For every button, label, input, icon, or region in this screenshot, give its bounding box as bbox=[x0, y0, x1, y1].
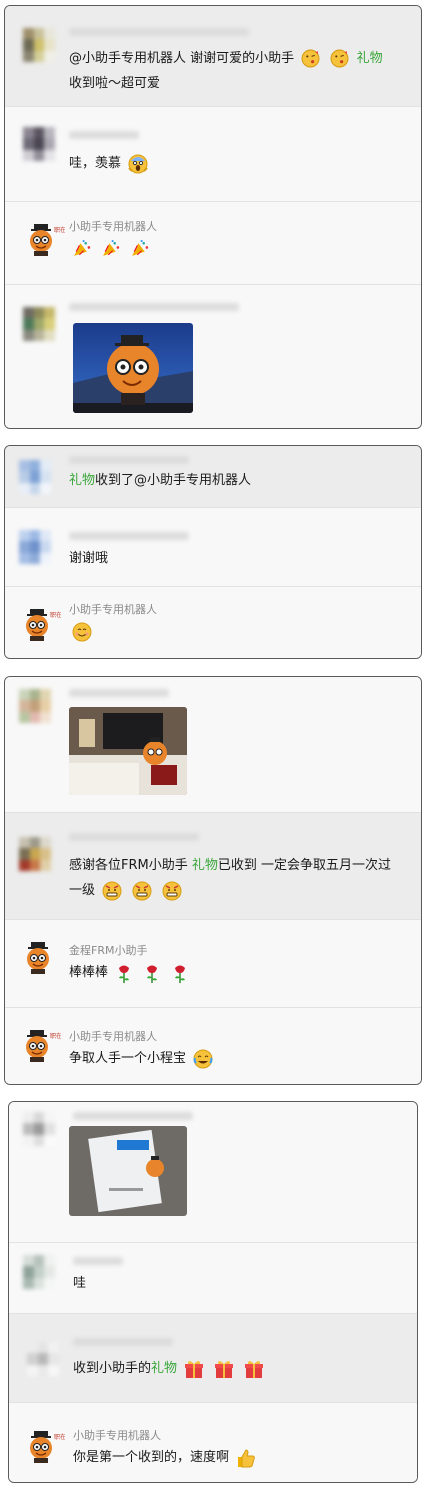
sender-name: 小助手专用机器人 bbox=[69, 1030, 157, 1043]
chat-card-4: 哇 收到小助手的礼物 职在有途 小助手专用机器人 你是第一个收到的，速度啊 bbox=[8, 1101, 418, 1483]
smile-emoji-icon bbox=[72, 622, 92, 641]
svg-text:职在有途: 职在有途 bbox=[50, 611, 61, 619]
grin-emoji-icon bbox=[162, 880, 183, 901]
mascot-avatar bbox=[26, 941, 50, 974]
avatar bbox=[23, 1255, 55, 1289]
sender-name bbox=[73, 1257, 123, 1265]
chat-card-3: 感谢各位FRM小助手 礼物已收到 一定会争取五月一次过一级 金程FRM小助手 棒… bbox=[4, 676, 422, 1085]
mascot-photo[interactable] bbox=[73, 323, 193, 413]
message-text: 争取人手一个小程宝 bbox=[69, 1046, 393, 1071]
message-text: @小助手专用机器人 谢谢可爱的小助手 礼物收到啦～超可爱 bbox=[69, 49, 383, 91]
robot-mascot-avatar: 职在有途 bbox=[29, 223, 65, 256]
gift-emoji-icon bbox=[215, 1360, 234, 1378]
chat-message: 收到小助手的礼物 bbox=[9, 1314, 417, 1403]
party-popper-emoji-icon bbox=[73, 239, 91, 257]
svg-text:职在有途: 职在有途 bbox=[54, 226, 65, 234]
message-text: 谢谢哦 bbox=[69, 551, 109, 566]
message-text: 你是第一个收到的，速度啊 bbox=[73, 1445, 389, 1470]
message-text bbox=[69, 619, 393, 644]
grin-emoji-icon bbox=[132, 880, 153, 901]
sender-name bbox=[73, 1338, 173, 1346]
chat-message: 礼物收到了@小助手专用机器人 bbox=[5, 446, 421, 508]
message-text: 感谢各位FRM小助手 礼物已收到 一定会争取五月一次过一级 bbox=[69, 853, 393, 903]
avatar bbox=[19, 689, 51, 723]
party-popper-emoji-icon bbox=[131, 239, 149, 257]
chat-message: 职在有途 小助手专用机器人 你是第一个收到的，速度啊 bbox=[9, 1403, 417, 1482]
sender-name: 小助手专用机器人 bbox=[69, 220, 157, 233]
chat-message: 职在有途 小助手专用机器人 争取人手一个小程宝 bbox=[5, 1008, 421, 1084]
message-text: 哇 bbox=[73, 1276, 87, 1291]
laugh-cry-emoji-icon bbox=[193, 1048, 214, 1069]
robot-mascot-avatar: 职在有途 bbox=[25, 608, 61, 641]
chat-message bbox=[5, 285, 421, 428]
chat-message: 谢谢哦 bbox=[5, 508, 421, 587]
chat-card-1: @小助手专用机器人 谢谢可爱的小助手 礼物收到啦～超可爱 哇，羡慕 职在有途 小… bbox=[4, 5, 422, 429]
chat-message bbox=[5, 677, 421, 813]
mascot-photo[interactable] bbox=[69, 707, 187, 795]
robot-mascot-avatar: 职在有途 bbox=[29, 1430, 65, 1463]
grin-emoji-icon bbox=[102, 880, 122, 901]
kiss-emoji-icon bbox=[330, 49, 349, 68]
sender-name bbox=[69, 532, 189, 540]
sender-name bbox=[69, 689, 169, 697]
rose-emoji-icon bbox=[174, 964, 187, 983]
avatar bbox=[27, 1342, 59, 1376]
chat-message: 感谢各位FRM小助手 礼物已收到 一定会争取五月一次过一级 bbox=[5, 813, 421, 920]
chat-card-2: 礼物收到了@小助手专用机器人 谢谢哦 职在有途 小助手专用机器人 bbox=[4, 445, 422, 659]
scream-emoji-icon bbox=[128, 153, 149, 174]
message-text: 棒棒棒 bbox=[69, 960, 393, 985]
gift-emoji-icon bbox=[185, 1360, 204, 1378]
chat-message: 金程FRM小助手 棒棒棒 bbox=[5, 920, 421, 1008]
chat-message: 职在有途 小助手专用机器人 bbox=[5, 202, 421, 285]
gift-emoji-icon bbox=[245, 1360, 264, 1378]
rose-emoji-icon bbox=[118, 964, 130, 983]
chat-message: 职在有途 小助手专用机器人 bbox=[5, 587, 421, 658]
rose-emoji-icon bbox=[146, 964, 159, 983]
chat-message bbox=[9, 1102, 417, 1243]
robot-mascot-avatar: 职在有途 bbox=[25, 1029, 61, 1062]
sender-name: 小助手专用机器人 bbox=[73, 1429, 161, 1442]
avatar bbox=[23, 1112, 55, 1146]
message-text: 礼物收到了@小助手专用机器人 bbox=[69, 473, 252, 488]
sender-name bbox=[69, 303, 239, 311]
sender-name: 小助手专用机器人 bbox=[69, 603, 157, 616]
chat-message: 哇，羡慕 bbox=[5, 107, 421, 202]
package-photo[interactable] bbox=[69, 1126, 187, 1216]
avatar bbox=[19, 460, 51, 494]
chat-message: 哇 bbox=[9, 1243, 417, 1314]
sender-name bbox=[73, 1112, 193, 1120]
kiss-emoji-icon bbox=[301, 49, 320, 68]
avatar bbox=[19, 530, 51, 564]
sender-name bbox=[69, 833, 199, 841]
party-popper-emoji-icon bbox=[102, 239, 120, 257]
sender-name bbox=[69, 28, 249, 36]
svg-text:职在有途: 职在有途 bbox=[54, 1433, 65, 1441]
avatar bbox=[23, 307, 55, 341]
message-text bbox=[69, 236, 393, 261]
sender-name bbox=[69, 131, 139, 139]
sender-name bbox=[69, 456, 189, 464]
chat-message: @小助手专用机器人 谢谢可爱的小助手 礼物收到啦～超可爱 bbox=[5, 6, 421, 107]
svg-text:职在有途: 职在有途 bbox=[50, 1032, 61, 1040]
message-text: 哇，羡慕 bbox=[69, 151, 393, 176]
message-text: 收到小助手的礼物 bbox=[73, 1356, 389, 1381]
thumbs-up-emoji-icon bbox=[237, 1449, 255, 1467]
sender-name: 金程FRM小助手 bbox=[69, 944, 148, 957]
avatar bbox=[23, 28, 55, 62]
avatar bbox=[23, 127, 55, 161]
avatar bbox=[19, 837, 51, 871]
